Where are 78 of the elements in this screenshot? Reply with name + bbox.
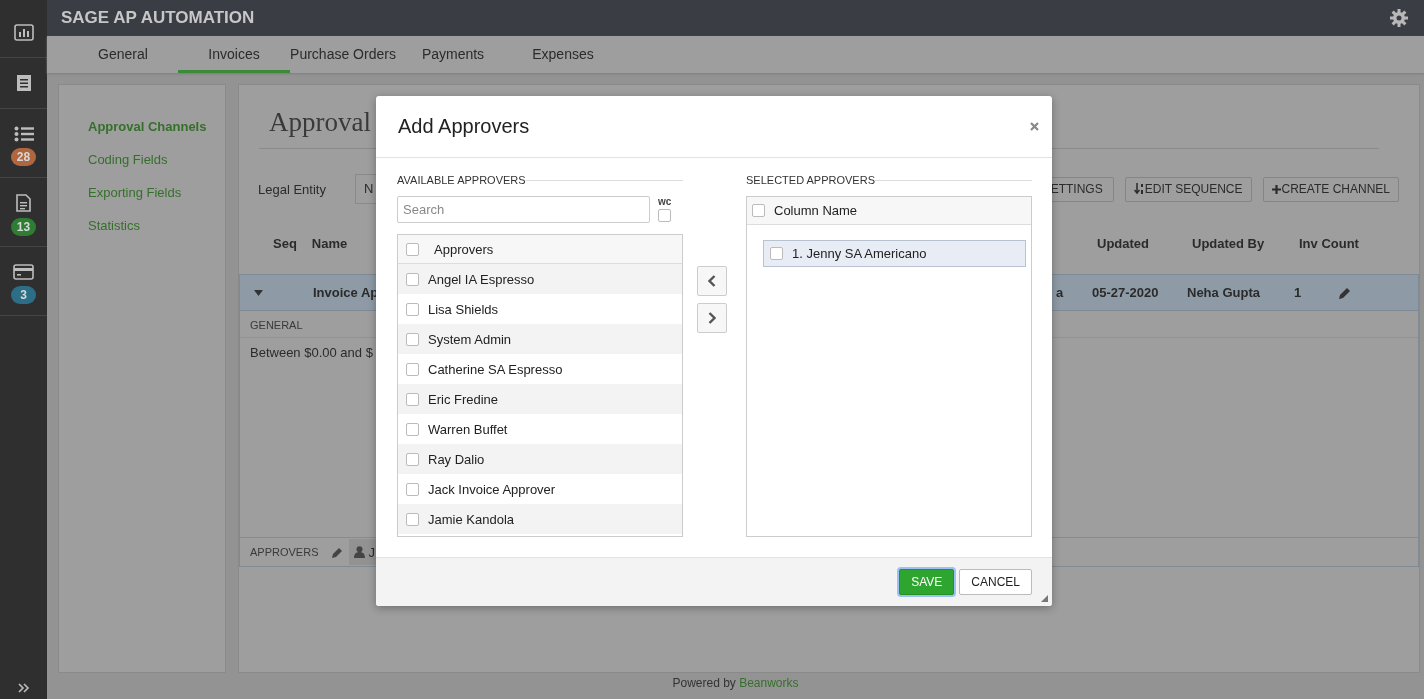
app-title: SAGE AP AUTOMATION <box>61 8 256 28</box>
move-right-button[interactable] <box>697 303 727 333</box>
page-title: Approval <box>269 107 371 138</box>
approver-name: J <box>368 544 375 560</box>
checkbox-label: wc <box>658 196 672 207</box>
list-item[interactable]: Jamie Kandola <box>398 504 682 534</box>
section-title: SELECTED APPROVERS <box>746 174 875 186</box>
checkbox[interactable] <box>406 452 419 466</box>
pencil-icon[interactable] <box>332 546 344 558</box>
list-item[interactable]: Warren Buffet <box>398 414 682 444</box>
dialog-title: Add Approvers <box>398 115 531 138</box>
user-icon <box>354 546 366 558</box>
tab[interactable]: Expenses <box>510 36 616 73</box>
section-label: APPROVERS <box>250 546 319 558</box>
table-cell-text: Neha Gupta <box>1187 285 1261 300</box>
tab[interactable]: Payments <box>396 36 510 73</box>
table-cell-text: 1 <box>1294 285 1303 300</box>
tab[interactable]: General <box>75 36 171 73</box>
list-icon[interactable] <box>13 126 34 142</box>
toolbar-button[interactable]: CREATE CHANNEL <box>1262 176 1399 202</box>
checkbox[interactable] <box>406 302 419 316</box>
list-item[interactable]: System Admin <box>398 324 682 354</box>
tab[interactable]: Purchase Orders <box>290 36 396 73</box>
checkbox[interactable] <box>406 362 419 376</box>
resize-grip-icon[interactable] <box>1041 595 1048 602</box>
expand-icon[interactable] <box>17 683 30 693</box>
count-badge: 28 <box>10 148 37 166</box>
column-header: Approvers <box>434 241 494 257</box>
count-badge: 3 <box>11 286 36 304</box>
dialog-button[interactable]: CANCEL <box>959 569 1032 595</box>
settings-icon[interactable] <box>1390 9 1408 27</box>
count-badge: 13 <box>10 218 37 236</box>
caret-icon[interactable] <box>254 289 263 296</box>
list-item[interactable]: Catherine SA Espresso <box>398 354 682 384</box>
field-label: Legal Entity <box>258 181 327 197</box>
column-header: Updated By <box>1192 236 1266 252</box>
section-title: AVAILABLE APPROVERS <box>397 174 526 186</box>
column-header: Updated <box>1097 236 1150 252</box>
list-item[interactable]: Lisa Shields <box>398 294 682 324</box>
checkbox[interactable] <box>770 247 783 260</box>
checkbox[interactable] <box>752 204 765 217</box>
list-item[interactable]: Jack Invoice Approver <box>398 474 682 504</box>
close-icon[interactable] <box>1030 122 1039 131</box>
list-item[interactable]: Angel IA Espresso <box>398 264 682 294</box>
checkbox[interactable] <box>406 242 419 256</box>
checkbox[interactable] <box>406 272 419 286</box>
receipt-icon[interactable] <box>15 74 32 92</box>
list-item[interactable]: 1. Jenny SA Americano <box>763 240 1026 267</box>
search-field[interactable]: Search <box>397 196 650 223</box>
chevron-right-icon <box>708 312 716 324</box>
toolbar-button[interactable]: EDIT SEQUENCE <box>1124 176 1252 202</box>
move-left-button[interactable] <box>697 266 727 296</box>
document-icon[interactable] <box>16 194 31 212</box>
checkbox[interactable] <box>406 482 419 496</box>
credit-card-icon[interactable] <box>13 264 34 280</box>
condition-text: Between $0.00 and $ <box>250 345 373 360</box>
plus-icon <box>1271 184 1281 194</box>
table-cell-text: a <box>1055 285 1065 300</box>
footer-text: Powered by Beanworks <box>672 676 799 690</box>
tab[interactable]: Invoices <box>178 36 290 73</box>
list-item[interactable]: Ray Dalio <box>398 444 682 474</box>
pencil-icon[interactable] <box>1339 286 1351 299</box>
table-cell-text: 05-27-2020 <box>1092 285 1160 300</box>
dialog-button[interactable]: SAVE <box>899 569 955 595</box>
bar-chart-icon[interactable] <box>13 23 34 41</box>
column-header: Seq <box>273 236 297 252</box>
sort-icon <box>1133 183 1144 195</box>
chevron-left-icon <box>708 275 716 287</box>
checkbox[interactable] <box>406 332 419 346</box>
checkbox[interactable] <box>406 422 419 436</box>
section-label: GENERAL <box>250 319 303 331</box>
column-header: Column Name <box>774 203 858 218</box>
toolbar-button[interactable]: ETTINGS <box>1050 176 1114 202</box>
checkbox[interactable] <box>658 209 671 222</box>
checkbox[interactable] <box>406 512 419 526</box>
checkbox[interactable] <box>406 392 419 406</box>
list-item[interactable]: Eric Fredine <box>398 384 682 414</box>
column-header: Name <box>311 236 348 252</box>
